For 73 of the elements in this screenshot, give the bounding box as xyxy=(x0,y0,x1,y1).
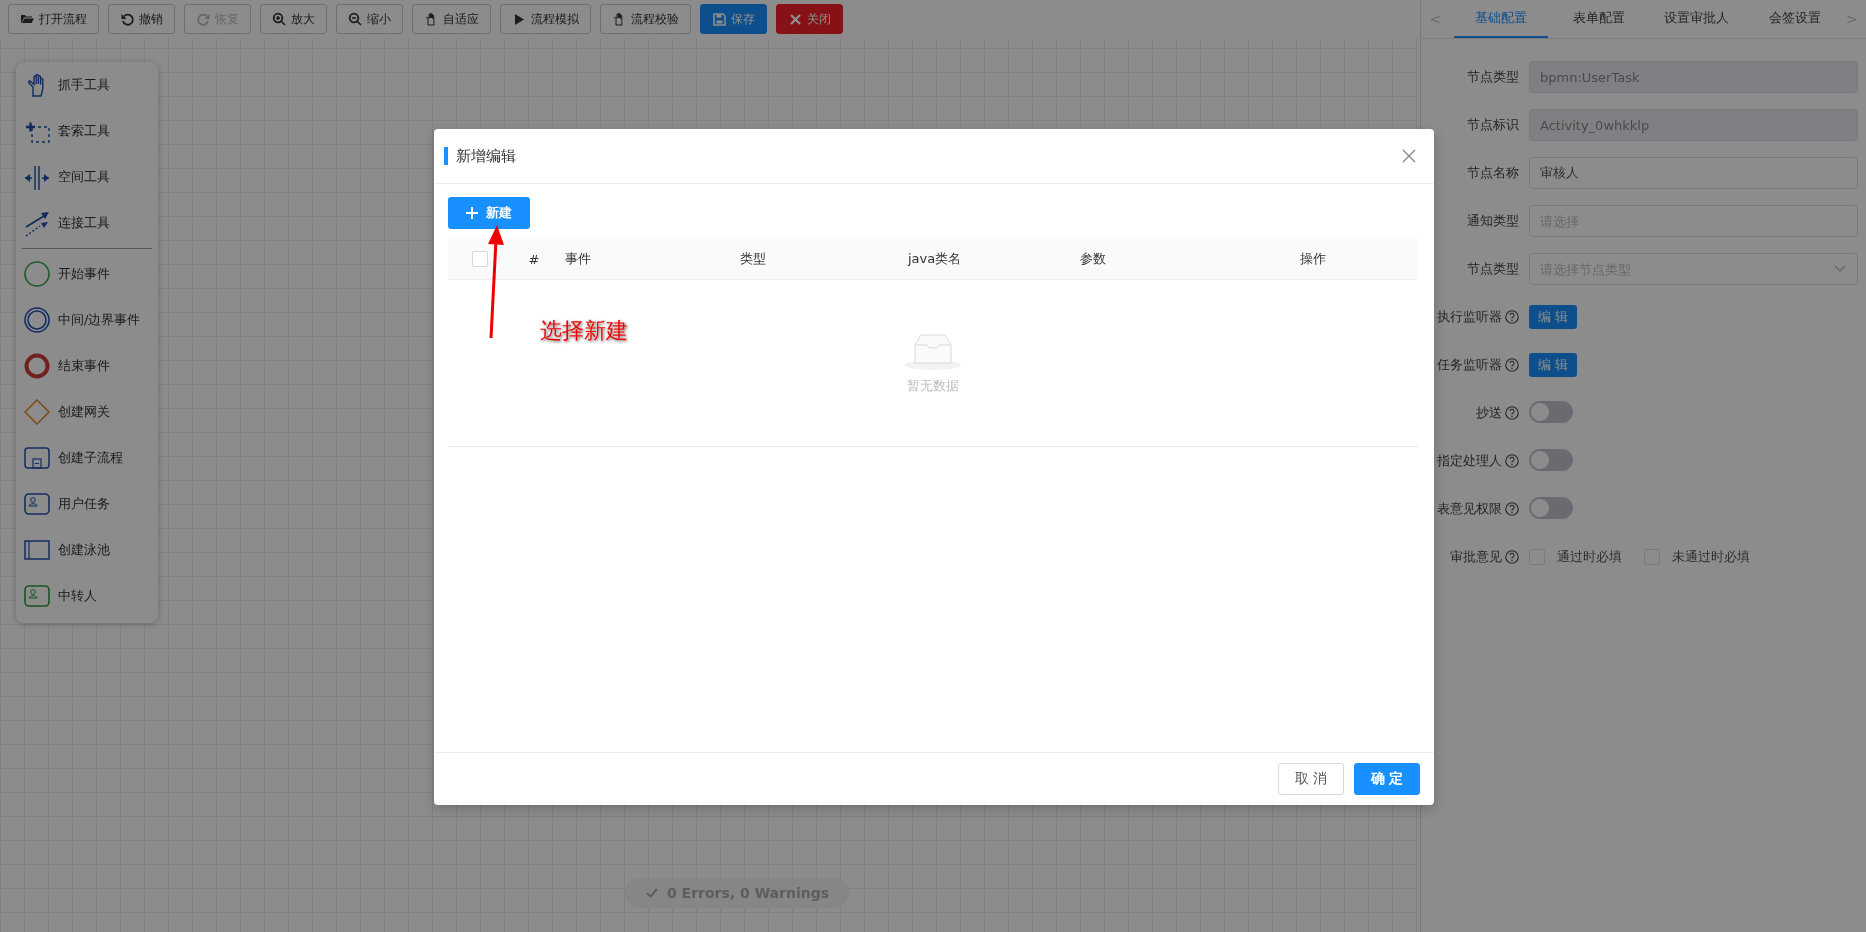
circle-icon xyxy=(24,260,50,288)
plus-icon xyxy=(466,207,478,219)
undo-icon xyxy=(120,11,135,27)
column-header: 类型 xyxy=(739,250,767,268)
palette-item[interactable]: 抓手工具 xyxy=(16,62,158,108)
user-task-icon xyxy=(24,490,50,518)
palette-item[interactable]: 用户任务 xyxy=(16,481,158,527)
dialog-button[interactable]: 确 定 xyxy=(1354,763,1420,795)
save-icon xyxy=(712,11,727,27)
palette-item[interactable]: 创建网关 xyxy=(16,389,158,435)
double-circle-icon xyxy=(24,306,50,334)
space-icon xyxy=(24,163,50,191)
field-label: 通知类型 xyxy=(1467,212,1519,230)
toolbar-button[interactable]: 流程校验 xyxy=(600,4,691,34)
zoom-out-icon xyxy=(348,11,363,27)
field-label: 节点类型 xyxy=(1467,68,1519,86)
toggle-switch[interactable] xyxy=(1529,448,1573,471)
connect-icon xyxy=(24,209,50,237)
field-label: 抄送 xyxy=(1476,404,1502,422)
column-header: 参数 xyxy=(1079,250,1107,268)
panel-tab[interactable]: 设置审批人 xyxy=(1649,0,1744,38)
checkbox-label: 通过时必填 xyxy=(1557,548,1622,566)
dialog-button[interactable]: 取 消 xyxy=(1278,763,1344,795)
panel-tab[interactable]: 会签设置 xyxy=(1747,0,1842,38)
column-header: 操作 xyxy=(1299,250,1327,268)
column-header: java类名 xyxy=(906,250,963,268)
chevron-down-icon xyxy=(1834,265,1846,273)
toolbar-button[interactable]: 撤销 xyxy=(108,4,175,34)
close-icon xyxy=(1402,149,1416,163)
column-header: 事件 xyxy=(564,250,592,268)
toolbar-button[interactable]: 关闭 xyxy=(776,4,843,34)
toolbar-button[interactable]: 放大 xyxy=(260,4,327,34)
play-icon xyxy=(512,11,527,27)
toggle-switch[interactable] xyxy=(1529,496,1573,519)
empty-text: 暂无数据 xyxy=(907,377,959,395)
toolbar-button[interactable]: 打开流程 xyxy=(8,4,99,34)
palette-item[interactable]: 空间工具 xyxy=(16,154,158,200)
field-label: 节点名称 xyxy=(1467,164,1519,182)
field-label: 节点类型 xyxy=(1467,260,1519,278)
check-icon xyxy=(645,886,659,900)
field-label: 审批意见 xyxy=(1450,548,1502,566)
input-field[interactable]: 审核人 xyxy=(1529,157,1858,189)
annotation-text: 选择新建 xyxy=(540,317,628,345)
field-label: 节点标识 xyxy=(1467,116,1519,134)
field-label: 执行监听器 xyxy=(1437,308,1502,326)
palette-item[interactable]: 创建泳池 xyxy=(16,527,158,573)
new-button[interactable]: 新建 xyxy=(448,197,530,229)
thick-circle-icon xyxy=(24,352,50,380)
diamond-icon xyxy=(24,398,50,426)
field-label: 表意见权限 xyxy=(1437,500,1502,518)
user-task-icon xyxy=(24,582,50,610)
field-label: 任务监听器 xyxy=(1437,356,1502,374)
palette-item[interactable]: 开始事件 xyxy=(16,251,158,297)
palette-item[interactable]: 连接工具 xyxy=(16,200,158,246)
panel-tab[interactable]: 表单配置 xyxy=(1551,0,1646,38)
checkbox-label: 未通过时必填 xyxy=(1672,548,1750,566)
checkbox[interactable] xyxy=(472,251,488,267)
palette-item[interactable]: 中间/边界事件 xyxy=(16,297,158,343)
toolbar-button[interactable]: 自适应 xyxy=(412,4,491,34)
palette-item[interactable]: 套索工具 xyxy=(16,108,158,154)
toggle-switch[interactable] xyxy=(1529,400,1573,423)
field-label: 指定处理人 xyxy=(1437,452,1502,470)
palette-item[interactable]: 结束事件 xyxy=(16,343,158,389)
column-header: # xyxy=(527,251,541,267)
palette-item[interactable]: 创建子流程 xyxy=(16,435,158,481)
toolbar-button[interactable]: 缩小 xyxy=(336,4,403,34)
zoom-in-icon xyxy=(272,11,287,27)
close-icon xyxy=(788,11,803,27)
dialog-title: 新增编辑 xyxy=(456,146,516,166)
toolbar-button[interactable]: 流程模拟 xyxy=(500,4,591,34)
palette-item[interactable]: 中转人 xyxy=(16,573,158,619)
subprocess-icon xyxy=(24,444,50,472)
redo-icon xyxy=(196,11,211,27)
